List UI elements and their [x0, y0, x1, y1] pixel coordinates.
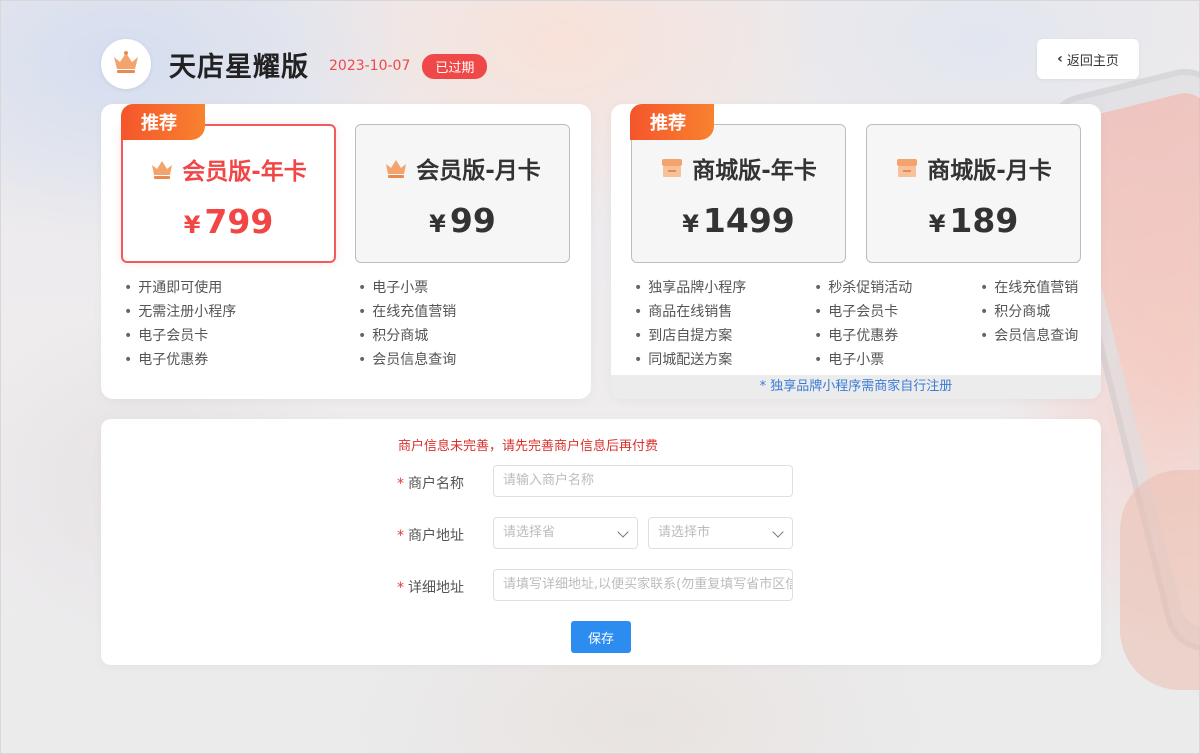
chevron-down-icon	[617, 526, 629, 538]
feature-list: 开通即可使用 无需注册小程序 电子会员卡 电子优惠券	[124, 276, 236, 372]
list-item: 积分商城	[358, 324, 456, 348]
list-item: 在线充值营销	[358, 300, 456, 324]
list-item: 独享品牌小程序	[634, 276, 746, 300]
currency-symbol: ¥	[928, 210, 946, 238]
merchant-info-form: 商户信息未完善，请先完善商户信息后再付费 * 商户名称 请输入商户名称 * 商户地址…	[101, 419, 1101, 665]
list-item: 秒杀促销活动	[814, 276, 912, 300]
currency-symbol: ¥	[183, 211, 201, 239]
list-item: 商品在线销售	[634, 300, 746, 324]
recommend-tag: 推荐	[630, 104, 714, 140]
merchant-name-label: * 商户名称	[397, 473, 464, 493]
plan-name: 商城版-月卡	[927, 158, 1052, 184]
merchant-address-label: * 商户地址	[397, 525, 464, 545]
plan-card-mall-monthly[interactable]: 商城版-月卡 ¥ 189	[866, 124, 1081, 263]
feature-list: 电子小票 在线充值营销 积分商城 会员信息查询	[358, 276, 456, 372]
chevron-left-icon: ‹	[1057, 51, 1063, 67]
member-plan-panel: 推荐 会员版-年卡 ¥ 799 会员版-月卡 ¥ 99 • 开通即可使用 • 无…	[101, 104, 591, 399]
list-item: 会员信息查询	[980, 324, 1078, 348]
save-button[interactable]: 保存	[571, 621, 631, 653]
recommend-tag: 推荐	[121, 104, 205, 140]
page-title: 天店星耀版	[169, 51, 309, 83]
list-item: 无需注册小程序	[124, 300, 236, 324]
city-select[interactable]: 请选择市	[648, 517, 793, 549]
shop-icon	[660, 157, 684, 179]
list-item: 开通即可使用	[124, 276, 236, 300]
list-item: 会员信息查询	[358, 348, 456, 372]
feature-list: 秒杀促销活动 电子会员卡 电子优惠券 电子小票	[814, 276, 912, 372]
back-home-label: 返回主页	[1066, 53, 1119, 69]
select-placeholder: 请选择省	[503, 525, 556, 540]
label-text: 详细地址	[408, 580, 464, 596]
mini-program-note: * 独享品牌小程序需商家自行注册	[611, 375, 1101, 399]
feature-list: 独享品牌小程序 商品在线销售 到店自提方案 同城配送方案	[634, 276, 746, 372]
crown-icon	[111, 50, 141, 78]
avatar	[101, 39, 151, 89]
label-text: 商户名称	[408, 476, 464, 492]
required-mark: *	[397, 476, 404, 492]
currency-symbol: ¥	[682, 210, 699, 238]
page-header: 天店星耀版 2023-10-07 已过期	[101, 39, 488, 89]
back-home-button[interactable]: ‹ 返回主页	[1037, 39, 1139, 79]
list-item: 在线充值营销	[980, 276, 1078, 300]
list-item: 电子优惠券	[814, 324, 912, 348]
plan-card-member-monthly[interactable]: 会员版-月卡 ¥ 99	[355, 124, 570, 263]
input-placeholder: 请填写详细地址,以便买家联系(勿重复填写省市区信息)	[503, 577, 793, 592]
list-item: 电子小票	[814, 348, 912, 372]
plan-name: 会员版-月卡	[416, 158, 541, 184]
mall-plan-panel: 推荐 商城版-年卡 ¥ 1499 商城版-月卡 ¥ 189 • 独享品牌小程序 …	[611, 104, 1101, 399]
list-item: 电子小票	[358, 276, 456, 300]
label-text: 商户地址	[408, 528, 464, 544]
feature-list: 在线充值营销 积分商城 会员信息查询	[980, 276, 1078, 348]
detail-address-input[interactable]: 请填写详细地址,以便买家联系(勿重复填写省市区信息)	[493, 569, 793, 601]
plan-card-member-annual[interactable]: 会员版-年卡 ¥ 799	[121, 124, 336, 263]
plan-price: 189	[949, 201, 1019, 240]
select-placeholder: 请选择市	[658, 525, 711, 540]
list-item: 到店自提方案	[634, 324, 746, 348]
input-placeholder: 请输入商户名称	[503, 473, 595, 488]
chevron-down-icon	[772, 526, 784, 538]
plan-name: 商城版-年卡	[692, 158, 817, 184]
shop-icon	[895, 157, 919, 179]
plan-price: 1499	[702, 201, 795, 240]
plan-card-mall-annual[interactable]: 商城版-年卡 ¥ 1499	[631, 124, 846, 263]
list-item: 电子优惠券	[124, 348, 236, 372]
crown-icon	[384, 158, 408, 178]
plan-price: 799	[204, 202, 274, 241]
expire-date: 2023-10-07	[329, 58, 411, 74]
merchant-name-input[interactable]: 请输入商户名称	[493, 465, 793, 497]
crown-icon	[150, 159, 174, 179]
currency-symbol: ¥	[429, 210, 446, 238]
form-warning: 商户信息未完善，请先完善商户信息后再付费	[398, 439, 659, 454]
list-item: 积分商城	[980, 300, 1078, 324]
list-item: 电子会员卡	[124, 324, 236, 348]
plan-price: 99	[449, 201, 496, 240]
required-mark: *	[397, 580, 404, 596]
required-mark: *	[397, 528, 404, 544]
province-select[interactable]: 请选择省	[493, 517, 638, 549]
plan-name: 会员版-年卡	[182, 159, 307, 185]
list-item: 电子会员卡	[814, 300, 912, 324]
list-item: 同城配送方案	[634, 348, 746, 372]
status-badge: 已过期	[422, 53, 488, 79]
detail-address-label: * 详细地址	[397, 577, 464, 597]
